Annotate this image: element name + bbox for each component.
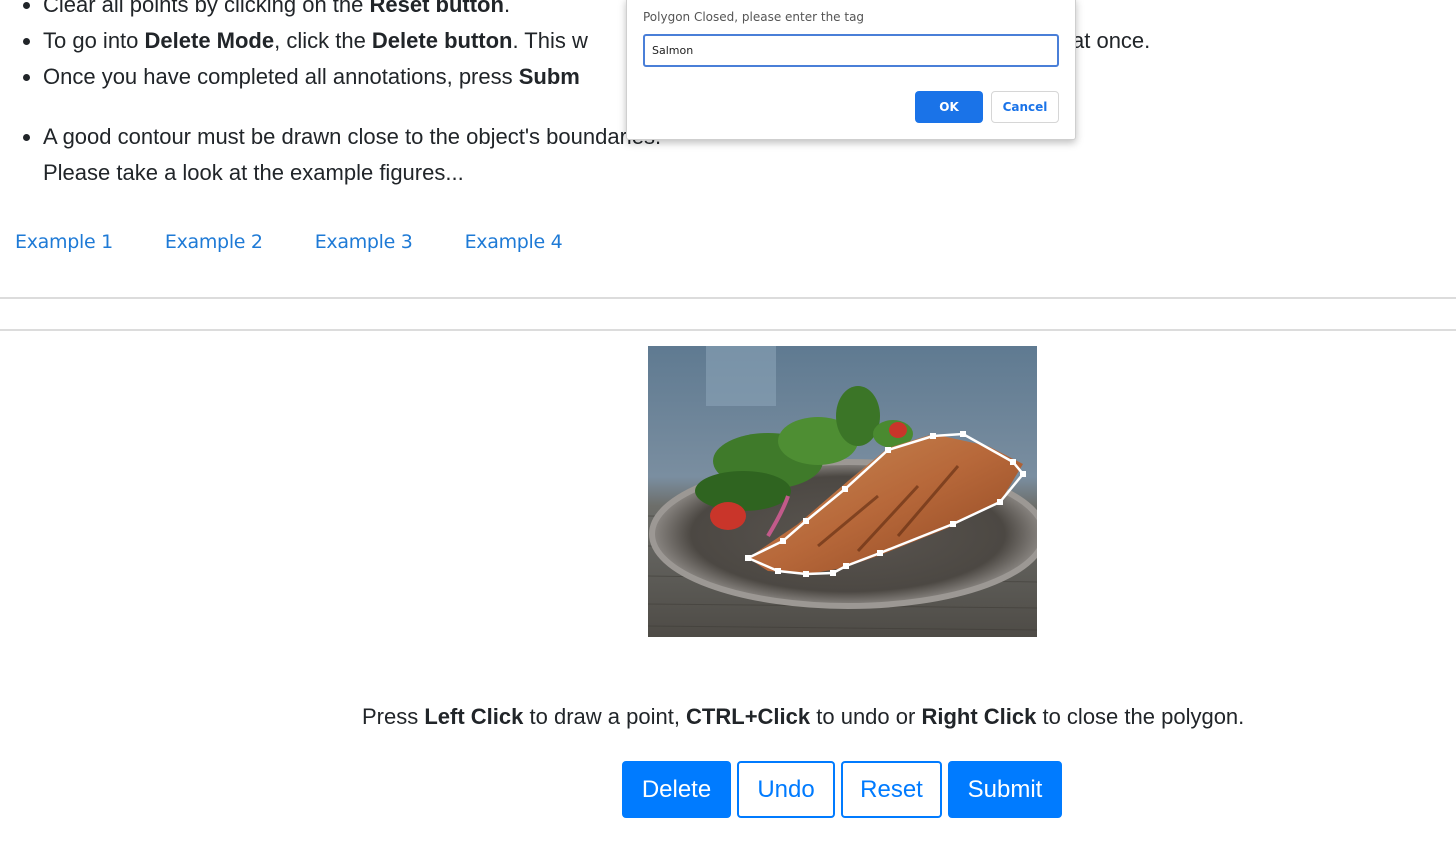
instruction-delete-mode: Delete Mode <box>144 28 275 53</box>
help-close: to close the polygon. <box>1036 704 1245 729</box>
instruction-submit-bold: Subm <box>518 64 580 89</box>
instruction-reset-text: Clear all points by clicking on the <box>43 0 370 17</box>
example-links: Example 1 Example 2 Example 3 Example 4 <box>15 231 614 253</box>
instruction-delete-button-ref: Delete button <box>371 28 513 53</box>
help-undo: to undo or <box>810 704 922 729</box>
instruction-contour-line1: A good contour must be drawn close to th… <box>43 124 662 149</box>
instruction-reset-bold: Reset button <box>369 0 504 17</box>
annotation-canvas[interactable] <box>648 346 1037 637</box>
submit-button[interactable]: Submit <box>948 761 1062 818</box>
divider-bottom <box>0 329 1456 331</box>
action-buttons: Delete Undo Reset Submit <box>622 761 1068 818</box>
example-link-3[interactable]: Example 3 <box>315 231 413 253</box>
help-press: Press <box>362 704 425 729</box>
dialog-message: Polygon Closed, please enter the tag <box>643 10 865 24</box>
instruction-contour-line2: Please take a look at the example figure… <box>43 160 464 185</box>
instruction-delete-text: To go into <box>43 28 145 53</box>
undo-button[interactable]: Undo <box>737 761 835 818</box>
instruction-reset-end: . <box>503 0 511 17</box>
tag-prompt-dialog: Polygon Closed, please enter the tag OK … <box>626 0 1076 140</box>
help-text: Press Left Click to draw a point, CTRL+C… <box>362 704 1244 730</box>
cancel-button[interactable]: Cancel <box>991 91 1059 123</box>
ok-button[interactable]: OK <box>915 91 983 123</box>
glass-shape <box>706 346 776 406</box>
help-left-click: Left Click <box>424 704 524 729</box>
reset-button[interactable]: Reset <box>841 761 942 818</box>
tag-input[interactable] <box>643 34 1059 67</box>
example-link-2[interactable]: Example 2 <box>165 231 263 253</box>
example-link-1[interactable]: Example 1 <box>15 231 113 253</box>
instruction-delete-middle: , click the <box>274 28 372 53</box>
help-ctrl-click: CTRL+Click <box>686 704 811 729</box>
instruction-submit-text: Once you have completed all annotations,… <box>43 64 519 89</box>
delete-button[interactable]: Delete <box>622 761 731 818</box>
instruction-delete-tail: . This w <box>512 28 588 53</box>
help-draw: to draw a point, <box>523 704 687 729</box>
example-link-4[interactable]: Example 4 <box>465 231 563 253</box>
divider-top <box>0 297 1456 299</box>
instruction-delete-end: at once. <box>1072 28 1151 53</box>
help-right-click: Right Click <box>921 704 1037 729</box>
